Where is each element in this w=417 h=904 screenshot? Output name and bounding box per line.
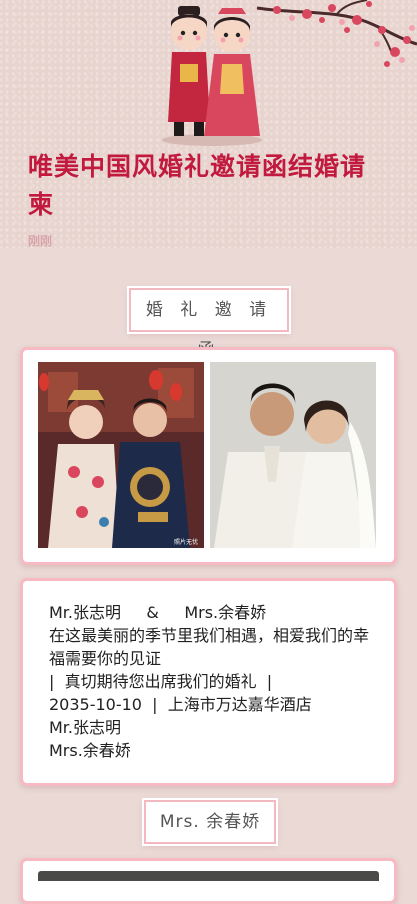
couple-names-line: Mr.张志明 & Mrs.余春娇 xyxy=(49,603,267,622)
photo-card: 照片无忧 xyxy=(20,347,397,565)
invitation-request: | 真切期待您出席我们的婚礼 | xyxy=(49,672,273,691)
cartoon-couple-illustration xyxy=(162,6,262,146)
photo-watermark: 照片无忧 xyxy=(174,538,198,546)
hero-banner: 唯美中国风婚礼邀请函结婚请柬 刚刚 xyxy=(0,0,417,248)
publish-time: 刚刚 xyxy=(28,234,53,248)
bride-name: Mrs.余春娇 xyxy=(49,741,131,760)
couple-photo-white[interactable] xyxy=(210,362,376,548)
invitation-heading-pill: 婚 礼 邀 请 函 xyxy=(129,288,289,360)
page-title: 唯美中国风婚礼邀请函结婚请柬 xyxy=(28,152,367,219)
white-attire-couple-photo-image xyxy=(210,362,376,548)
invitation-message: 在这最美丽的季节里我们相遇，相爱我们的幸福需要你的见证 xyxy=(49,626,370,668)
invitation-text-card: Mr.张志明 & Mrs.余春娇 在这最美丽的季节里我们相遇，相爱我们的幸福需要… xyxy=(20,578,397,786)
date-venue-line: 2035-10-10 | 上海市万达嘉华酒店 xyxy=(49,695,312,714)
bride-name-pill: Mrs. 余春娇 xyxy=(144,800,276,844)
traditional-couple-photo-image: 照片无忧 xyxy=(38,362,204,548)
groom-name: Mr.张志明 xyxy=(49,718,122,737)
couple-photo-traditional[interactable]: 照片无忧 xyxy=(38,362,204,548)
next-photo-card xyxy=(20,858,397,904)
